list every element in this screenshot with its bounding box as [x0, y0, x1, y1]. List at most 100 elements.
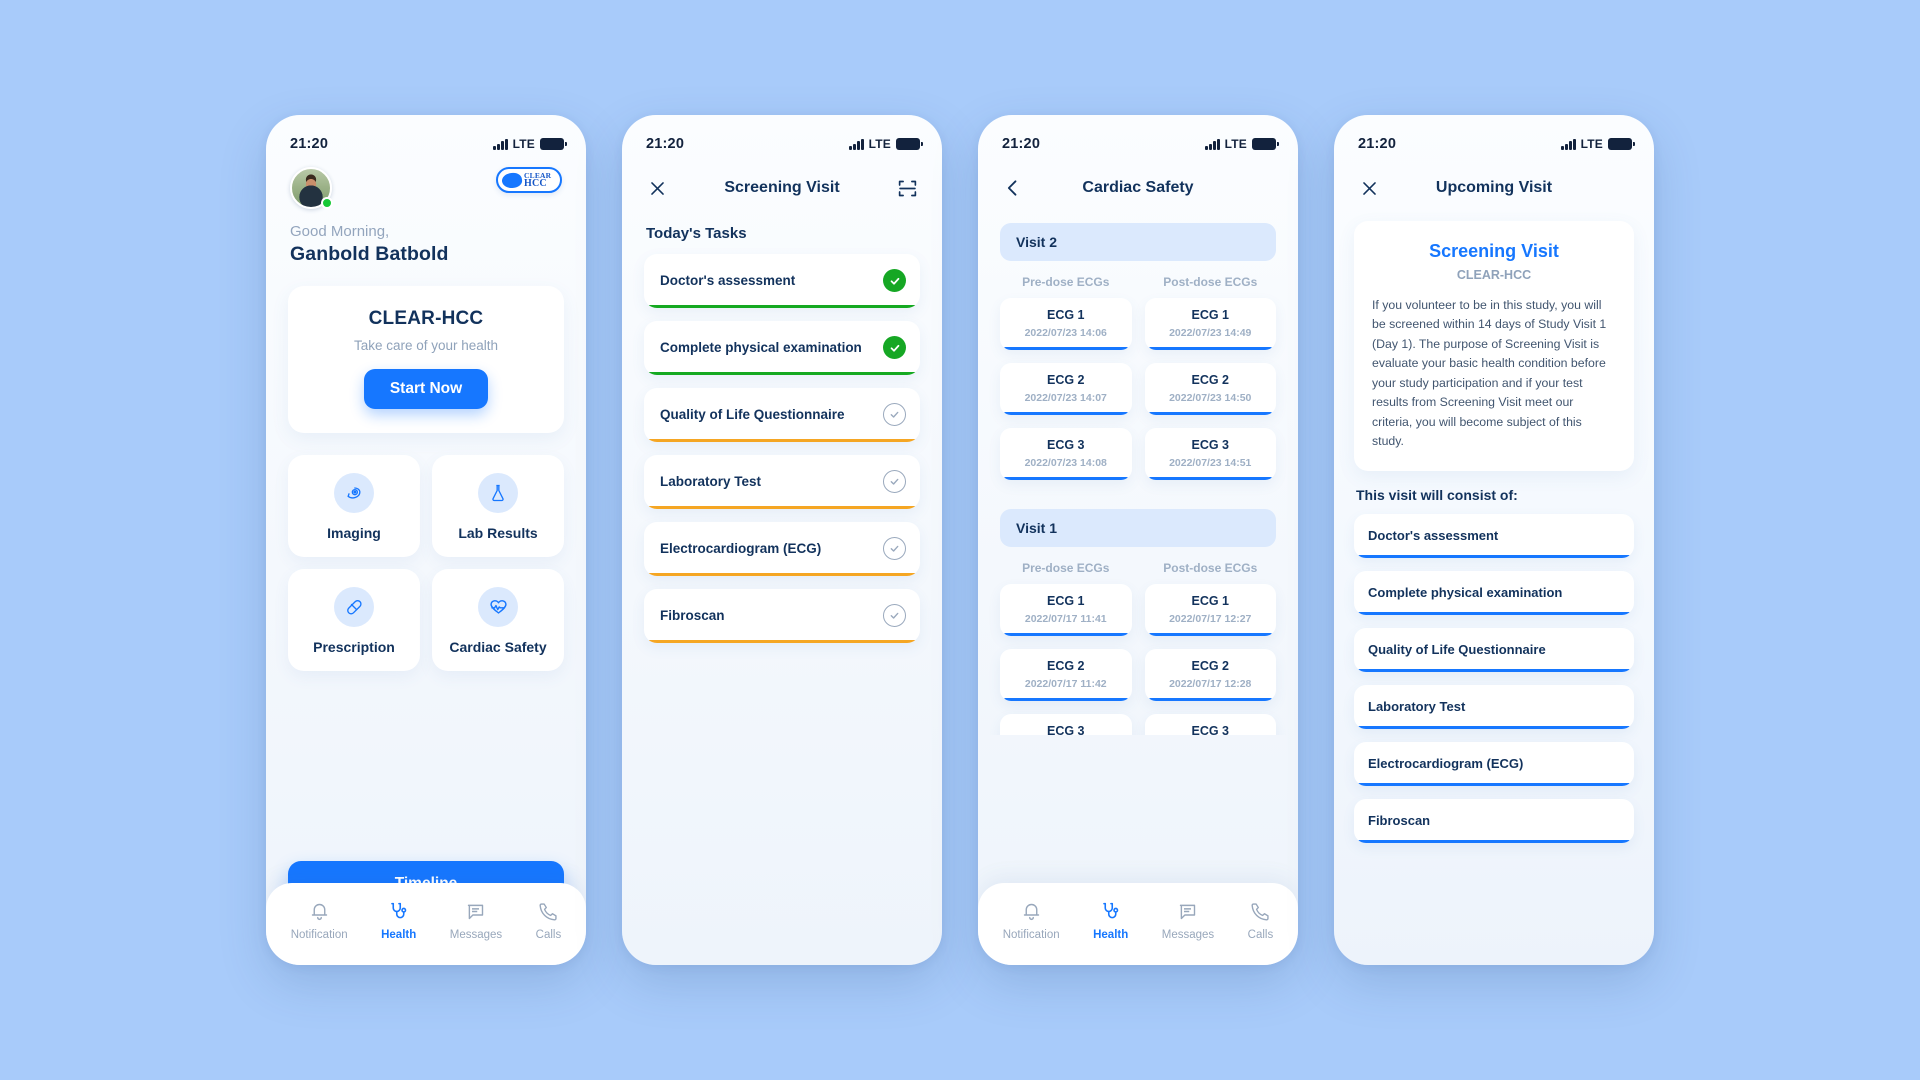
ecg-card[interactable]: ECG 1 2022/07/23 14:06 — [1000, 298, 1132, 350]
ecg-name: ECG 3 — [1046, 724, 1085, 735]
status-bar: 21:20 LTE — [1334, 115, 1654, 161]
task-progress-bar — [648, 304, 916, 308]
task-row[interactable]: Doctor's assessment — [644, 254, 920, 308]
tile-lab-results[interactable]: Lab Results — [432, 455, 564, 557]
task-status-unchecked-icon[interactable] — [883, 604, 906, 627]
greeting-block: Good Morning, Ganbold Batbold — [266, 209, 586, 266]
column-header-post: Post-dose ECGs — [1163, 561, 1258, 575]
nav-item-messages[interactable]: Messages — [1162, 901, 1214, 941]
ecg-card[interactable]: ECG 2 2022/07/23 14:07 — [1000, 363, 1132, 415]
ecg-timestamp: 2022/07/23 14:49 — [1169, 327, 1252, 339]
task-row[interactable]: Complete physical examination — [644, 321, 920, 375]
phones-stage: 21:20 LTE CLEAR HCC Good Morning, Ganbol… — [0, 0, 1920, 1080]
start-now-button[interactable]: Start Now — [363, 369, 489, 409]
visit-heading: Screening Visit — [1429, 241, 1559, 261]
signal-bars-icon — [1561, 138, 1576, 150]
visit-item-label: Fibroscan — [1368, 813, 1431, 829]
ecg-accent-bar — [1004, 346, 1128, 350]
status-bar: 21:20 LTE — [622, 115, 942, 161]
ecg-accent-bar — [1148, 346, 1272, 350]
task-row[interactable]: Laboratory Test — [644, 455, 920, 509]
nav-item-notification[interactable]: Notification — [291, 901, 348, 941]
visit-item[interactable]: Fibroscan — [1354, 799, 1634, 844]
status-indicators: LTE — [1205, 137, 1279, 151]
tile-label: Lab Results — [458, 525, 538, 541]
back-button[interactable] — [1000, 175, 1026, 201]
task-progress-bar — [648, 572, 916, 576]
network-label: LTE — [1224, 137, 1247, 151]
tile-cardiac-safety[interactable]: Cardiac Safety — [432, 569, 564, 671]
user-name: Ganbold Batbold — [290, 243, 449, 265]
stethoscope-icon — [1103, 902, 1119, 919]
nav-item-calls[interactable]: Calls — [1248, 901, 1273, 941]
task-progress-bar — [648, 639, 916, 643]
promo-title: CLEAR-HCC — [368, 308, 484, 329]
ecg-card[interactable]: ECG 2 2022/07/23 14:50 — [1144, 363, 1276, 415]
ecg-card[interactable]: ECG 3 2022/07/17 11:43 — [1000, 714, 1132, 735]
ecg-name: ECG 3 — [1046, 438, 1085, 452]
ecg-card[interactable]: ECG 3 2022/07/17 12:29 — [1144, 714, 1276, 735]
task-status-checked-icon[interactable] — [883, 336, 906, 359]
scan-button[interactable] — [894, 175, 920, 201]
nav-item-messages[interactable]: Messages — [450, 901, 502, 941]
item-accent-bar — [1358, 839, 1630, 844]
nav-item-calls[interactable]: Calls — [536, 901, 561, 941]
close-icon — [650, 181, 664, 195]
network-label: LTE — [868, 137, 891, 151]
section-title-todays-tasks: Today's Tasks — [646, 225, 747, 242]
bell-icon — [311, 903, 327, 920]
task-row[interactable]: Fibroscan — [644, 589, 920, 643]
ecg-column-post: Post-dose ECGs ECG 1 2022/07/17 12:27 EC… — [1144, 547, 1276, 735]
clear-hcc-logo: CLEAR HCC — [496, 167, 562, 193]
phone-screen-cardiac-safety: 21:20 LTE Cardiac Safety Visit 2 Pre-dos… — [978, 115, 1298, 965]
status-indicators: LTE — [1561, 137, 1635, 151]
visit-items-list: Doctor's assessment Complete physical ex… — [1334, 503, 1654, 844]
ecg-card[interactable]: ECG 1 2022/07/17 11:41 — [1000, 584, 1132, 636]
visit-item-label: Laboratory Test — [1368, 699, 1466, 715]
ecg-card[interactable]: ECG 2 2022/07/17 12:28 — [1144, 649, 1276, 701]
ecg-card[interactable]: ECG 3 2022/07/23 14:51 — [1144, 428, 1276, 480]
close-button[interactable] — [644, 175, 670, 201]
quick-actions-grid: Imaging Lab Results Prescription Cardiac… — [288, 455, 564, 671]
column-header-post: Post-dose ECGs — [1163, 275, 1258, 289]
network-label: LTE — [1580, 137, 1603, 151]
visit-item-label: Electrocardiogram (ECG) — [1368, 756, 1524, 772]
ecg-accent-bar — [1004, 411, 1128, 415]
visits-scroll-area[interactable]: Visit 2 Pre-dose ECGs ECG 1 2022/07/23 1… — [978, 215, 1298, 735]
ecg-name: ECG 3 — [1191, 724, 1229, 735]
signal-bars-icon — [1205, 138, 1220, 150]
visit-item[interactable]: Complete physical examination — [1354, 571, 1634, 616]
task-status-checked-icon[interactable] — [883, 269, 906, 292]
nav-item-notification[interactable]: Notification — [1003, 901, 1060, 941]
avatar[interactable] — [290, 167, 333, 209]
ecg-name: ECG 1 — [1191, 308, 1229, 322]
ecg-accent-bar — [1148, 697, 1272, 701]
task-row[interactable]: Electrocardiogram (ECG) — [644, 522, 920, 576]
status-indicators: LTE — [849, 137, 923, 151]
nav-item-health[interactable]: Health — [1093, 901, 1128, 941]
task-status-unchecked-icon[interactable] — [883, 470, 906, 493]
task-row[interactable]: Quality of Life Questionnaire — [644, 388, 920, 442]
close-icon — [1362, 181, 1376, 195]
tile-prescription[interactable]: Prescription — [288, 569, 420, 671]
status-time: 21:20 — [1002, 136, 1041, 152]
task-status-unchecked-icon[interactable] — [883, 403, 906, 426]
ecg-card[interactable]: ECG 3 2022/07/23 14:08 — [1000, 428, 1132, 480]
ecg-card[interactable]: ECG 1 2022/07/17 12:27 — [1144, 584, 1276, 636]
visit-item[interactable]: Electrocardiogram (ECG) — [1354, 742, 1634, 787]
ecg-timestamp: 2022/07/17 12:28 — [1169, 678, 1252, 690]
task-status-unchecked-icon[interactable] — [883, 537, 906, 560]
ecg-card[interactable]: ECG 1 2022/07/23 14:49 — [1144, 298, 1276, 350]
nav-item-health[interactable]: Health — [381, 901, 416, 941]
visit-item[interactable]: Doctor's assessment — [1354, 514, 1634, 559]
nav-label: Health — [1093, 929, 1129, 941]
task-list: Doctor's assessment Complete physical ex… — [622, 242, 942, 643]
close-button[interactable] — [1356, 175, 1382, 201]
visit-item[interactable]: Quality of Life Questionnaire — [1354, 628, 1634, 673]
ecg-card[interactable]: ECG 2 2022/07/17 11:42 — [1000, 649, 1132, 701]
tile-imaging[interactable]: Imaging — [288, 455, 420, 557]
status-time: 21:20 — [1358, 136, 1397, 152]
task-label: Doctor's assessment — [660, 273, 796, 288]
ecg-name: ECG 1 — [1046, 594, 1085, 608]
visit-item[interactable]: Laboratory Test — [1354, 685, 1634, 730]
